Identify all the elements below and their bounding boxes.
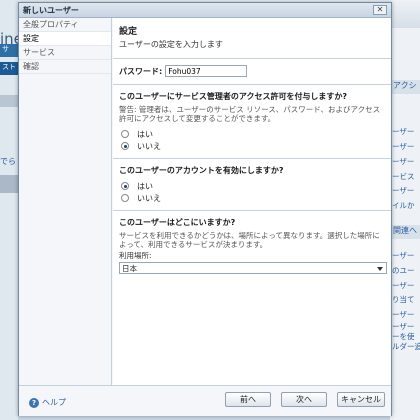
new-user-dialog: 新しいユーザー ✕ 全般プロパティ 設定 サービス 確認 設定 ユーザーの設定を… xyxy=(18,2,392,416)
background-nav-item: サ xyxy=(0,44,18,57)
action-link: ーザー xyxy=(392,127,415,136)
background-strip xyxy=(0,175,18,193)
location-note: サービスを利用できるかどうかは、場所によって異なります。選択した場所によって、利… xyxy=(119,231,380,249)
help-link[interactable]: ? ヘルプ xyxy=(29,397,66,408)
step-general-properties[interactable]: 全般プロパティ xyxy=(19,18,111,32)
enable-section: このユーザーのアカウントを有効にしますか? はい いいえ xyxy=(113,159,391,210)
help-label: ヘルプ xyxy=(42,398,66,407)
actions-header-related: 関連へ xyxy=(390,225,420,239)
admin-section: このユーザーにサービス管理者のアクセス許可を付与しますか? 警告: 管理者は、ユ… xyxy=(113,85,391,158)
settings-panel: 設定 ユーザーの設定を入力します パスワード: このユーザーにサービス管理者のア… xyxy=(113,18,391,385)
radio-button[interactable] xyxy=(121,194,129,202)
wizard-steps: 全般プロパティ 設定 サービス 確認 xyxy=(19,18,112,385)
page-subtitle: ユーザーの設定を入力します xyxy=(119,40,223,49)
enable-yes-label: はい xyxy=(137,181,153,191)
background-nav-item-active: スト xyxy=(0,62,18,75)
dialog-titlebar[interactable]: 新しいユーザー ✕ xyxy=(19,3,391,18)
location-label: 利用場所: xyxy=(119,251,152,260)
radio-button-selected[interactable] xyxy=(121,142,129,150)
admin-question: このユーザーにサービス管理者のアクセス許可を付与しますか? xyxy=(119,92,348,101)
radio-button-selected[interactable] xyxy=(121,182,129,190)
password-label: パスワード: xyxy=(119,66,163,76)
radio-button[interactable] xyxy=(121,130,129,138)
location-question: このユーザーはどこにいますか? xyxy=(119,218,236,227)
admin-warning: 警告: 管理者は、ユーザーのサービス リソース、パスワード、およびアクセス許可に… xyxy=(119,105,381,123)
step-confirm[interactable]: 確認 xyxy=(19,60,111,74)
admin-no-label: いいえ xyxy=(137,141,161,151)
next-button[interactable]: 次へ xyxy=(281,392,327,407)
step-settings[interactable]: 設定 xyxy=(19,32,111,46)
location-selected-value: 日本 xyxy=(122,264,137,273)
location-select[interactable]: 日本 xyxy=(119,262,387,274)
background-actions-pane: アクシ ーザー ーザー ーザー ービス ーザー イルか 関連へ ーザー のユー … xyxy=(390,28,420,420)
background-strip xyxy=(0,95,18,107)
back-button[interactable]: 前へ xyxy=(225,392,271,407)
dialog-title: 新しいユーザー xyxy=(23,6,79,15)
step-services[interactable]: サービス xyxy=(19,46,111,60)
action-link: り当て xyxy=(392,295,415,304)
enable-no-option[interactable]: いいえ xyxy=(121,192,385,204)
admin-yes-label: はい xyxy=(137,129,153,139)
action-link: ーザー xyxy=(392,310,415,319)
actions-header: アクシ xyxy=(390,80,420,94)
background-link: でら xyxy=(0,157,16,166)
close-button[interactable]: ✕ xyxy=(373,5,387,15)
action-link: ーザー xyxy=(392,157,415,166)
action-link: ーザー xyxy=(392,251,415,260)
action-link: ービス xyxy=(392,172,415,181)
admin-yes-option[interactable]: はい xyxy=(121,128,385,140)
action-link: ーザー xyxy=(392,186,415,195)
password-section: パスワード: xyxy=(113,59,391,84)
action-link: イルか xyxy=(392,201,415,210)
enable-yes-option[interactable]: はい xyxy=(121,180,385,192)
enable-question: このユーザーのアカウントを有効にしますか? xyxy=(119,166,284,175)
page-title: 設定 xyxy=(119,27,138,37)
dialog-footer: ? ヘルプ 前へ 次へ キャンセル xyxy=(19,385,391,416)
help-icon: ? xyxy=(29,397,39,408)
action-link: ーザー xyxy=(392,142,415,151)
admin-no-option[interactable]: いいえ xyxy=(121,140,385,152)
password-input[interactable] xyxy=(165,65,248,77)
cancel-button[interactable]: キャンセル xyxy=(337,392,385,407)
chevron-down-icon xyxy=(377,267,383,271)
enable-no-label: いいえ xyxy=(137,193,161,203)
action-link: ーザー xyxy=(392,281,415,290)
location-section: このユーザーはどこにいますか? サービスを利用できるかどうかは、場所によって異な… xyxy=(113,211,391,274)
action-link: ルダー追 xyxy=(392,342,420,351)
action-link: のユー xyxy=(392,266,415,275)
